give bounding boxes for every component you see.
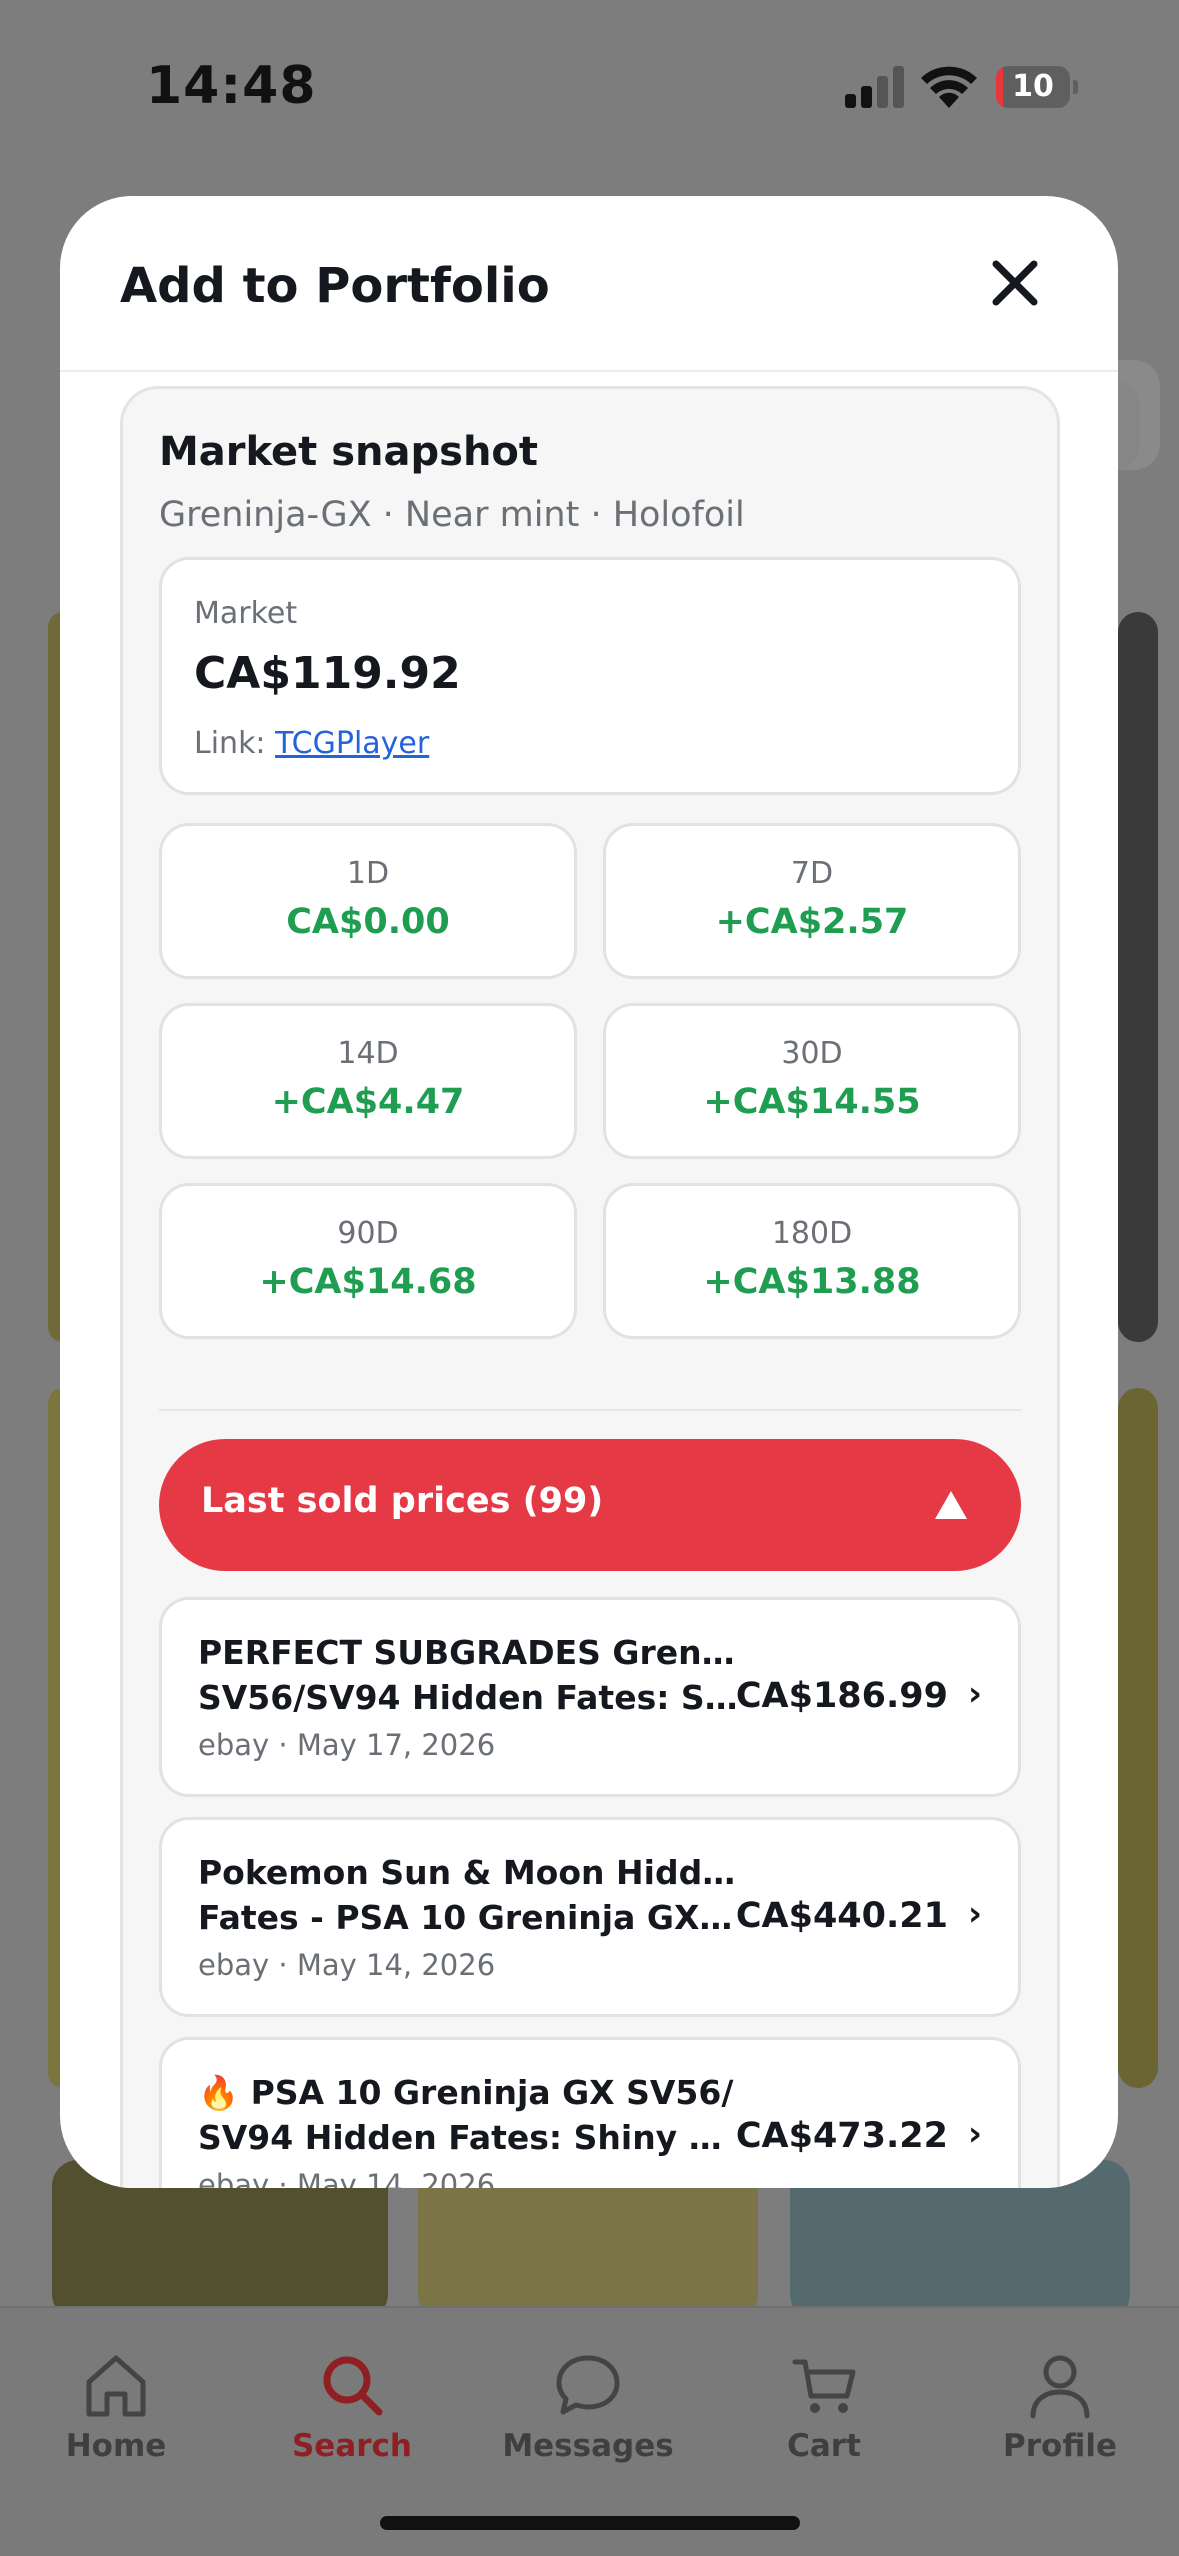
change-period: 180D (771, 1216, 853, 1251)
last-sold-label: Last sold prices (99) (201, 1481, 604, 1521)
close-icon[interactable] (980, 248, 1050, 318)
chevron-right-icon: › (967, 1674, 982, 1714)
snapshot-title: Market snapshot (159, 429, 539, 475)
tab-label: Search (291, 2428, 412, 2464)
tab-profile[interactable]: Profile (960, 2348, 1160, 2488)
battery-icon: 10 (996, 66, 1078, 108)
sold-listing-item[interactable]: Pokemon Sun & Moon Hidden Fates - PSA 10… (159, 1817, 1021, 2017)
price-change-14d: 14D +CA$4.47 (159, 1003, 577, 1159)
change-period: 1D (346, 856, 390, 891)
price-change-30d: 30D +CA$14.55 (603, 1003, 1021, 1159)
sold-listing-title: 🔥 PSA 10 Greninja GX SV56/ SV94 Hidden F… (198, 2070, 738, 2160)
sold-listing-price: CA$473.22 (735, 2116, 948, 2156)
sold-title-line-1: 🔥 PSA 10 Greninja GX SV56/ (198, 2073, 734, 2112)
messages-icon (556, 2355, 620, 2415)
market-price: CA$119.92 (194, 648, 461, 699)
wifi-icon (921, 66, 977, 108)
tab-home[interactable]: Home (16, 2348, 216, 2488)
sold-listing-meta: ebay · May 14, 2026 (198, 1948, 496, 1982)
search-icon (323, 2356, 383, 2416)
sold-title-line-2: SV94 Hidden Fates: Shiny Vault... (198, 2118, 738, 2157)
background-card-right-2 (1118, 1388, 1158, 2088)
section-divider (159, 1409, 1021, 1411)
profile-icon (1030, 2355, 1090, 2419)
tab-cart[interactable]: Cart (724, 2348, 924, 2488)
market-label: Market (194, 596, 298, 631)
price-change-180d: 180D +CA$13.88 (603, 1183, 1021, 1339)
snapshot-subtitle: Greninja-GX · Near mint · Holofoil (159, 495, 745, 535)
status-time: 14:48 (146, 56, 317, 116)
sold-listing-meta: ebay · May 14, 2026 (198, 2168, 496, 2188)
chevron-right-icon: › (967, 1894, 982, 1934)
tab-label: Home (65, 2428, 167, 2464)
sold-listing-item[interactable]: 🔥 PSA 10 Greninja GX SV56/ SV94 Hidden F… (159, 2037, 1021, 2188)
last-sold-prices-toggle[interactable]: Last sold prices (99) (159, 1439, 1021, 1571)
battery-percentage: 10 (1012, 69, 1054, 104)
price-change-1d: 1D CA$0.00 (159, 823, 577, 979)
change-period: 7D (790, 856, 834, 891)
cellular-signal-icon (845, 66, 904, 108)
sold-listing-item[interactable]: PERFECT SUBGRADES Greninja GX SV56/SV94 … (159, 1597, 1021, 1797)
change-value: +CA$14.55 (703, 1082, 921, 1122)
price-change-7d: 7D +CA$2.57 (603, 823, 1021, 979)
market-source: Link: TCGPlayer (194, 726, 429, 761)
sold-listing-price: CA$186.99 (735, 1676, 948, 1716)
tcgplayer-link[interactable]: TCGPlayer (275, 726, 429, 761)
change-period: 14D (337, 1036, 399, 1071)
change-value: CA$0.00 (286, 902, 450, 942)
change-period: 30D (781, 1036, 843, 1071)
market-link-prefix: Link: (194, 726, 266, 761)
sold-listing-meta: ebay · May 17, 2026 (198, 1728, 496, 1762)
sold-listing-title: Pokemon Sun & Moon Hidden Fates - PSA 10… (198, 1850, 738, 1940)
tab-label: Cart (787, 2428, 861, 2464)
tab-messages[interactable]: Messages (488, 2348, 688, 2488)
tab-label: Profile (1003, 2428, 1117, 2464)
home-indicator (380, 2516, 800, 2530)
sold-title-line-2: SV56/SV94 Hidden Fates: Shiny... (198, 1678, 738, 1717)
sold-title-line-1: Pokemon Sun & Moon Hidden (198, 1853, 738, 1892)
sold-title-line-1: PERFECT SUBGRADES Greninja GX (198, 1633, 738, 1672)
change-period: 90D (337, 1216, 399, 1251)
tab-search[interactable]: Search (252, 2348, 452, 2488)
chevron-up-icon (935, 1491, 967, 1519)
sold-listing-price: CA$440.21 (735, 1896, 948, 1936)
modal-title: Add to Portfolio (120, 258, 550, 314)
market-snapshot-card: Market snapshot Greninja-GX · Near mint … (120, 386, 1060, 2188)
change-value: +CA$13.88 (703, 1262, 921, 1302)
change-value: +CA$2.57 (715, 902, 909, 942)
market-price-card: Market CA$119.92 Link: TCGPlayer (159, 557, 1021, 795)
modal-header: Add to Portfolio (60, 196, 1118, 372)
cart-icon (792, 2359, 856, 2413)
change-value: +CA$14.68 (259, 1262, 477, 1302)
tab-label: Messages (502, 2428, 674, 2464)
sold-listing-title: PERFECT SUBGRADES Greninja GX SV56/SV94 … (198, 1630, 738, 1720)
home-icon (86, 2355, 146, 2417)
chevron-right-icon: › (967, 2114, 982, 2154)
sold-title-line-2: Fates - PSA 10 Greninja GX SV56... (198, 1898, 738, 1937)
change-value: +CA$4.47 (271, 1082, 465, 1122)
add-to-portfolio-modal: Add to Portfolio Market snapshot Greninj… (60, 196, 1118, 2188)
background-card-right-1 (1118, 612, 1158, 1342)
price-change-90d: 90D +CA$14.68 (159, 1183, 577, 1339)
status-bar: 14:48 10 (0, 0, 1179, 175)
